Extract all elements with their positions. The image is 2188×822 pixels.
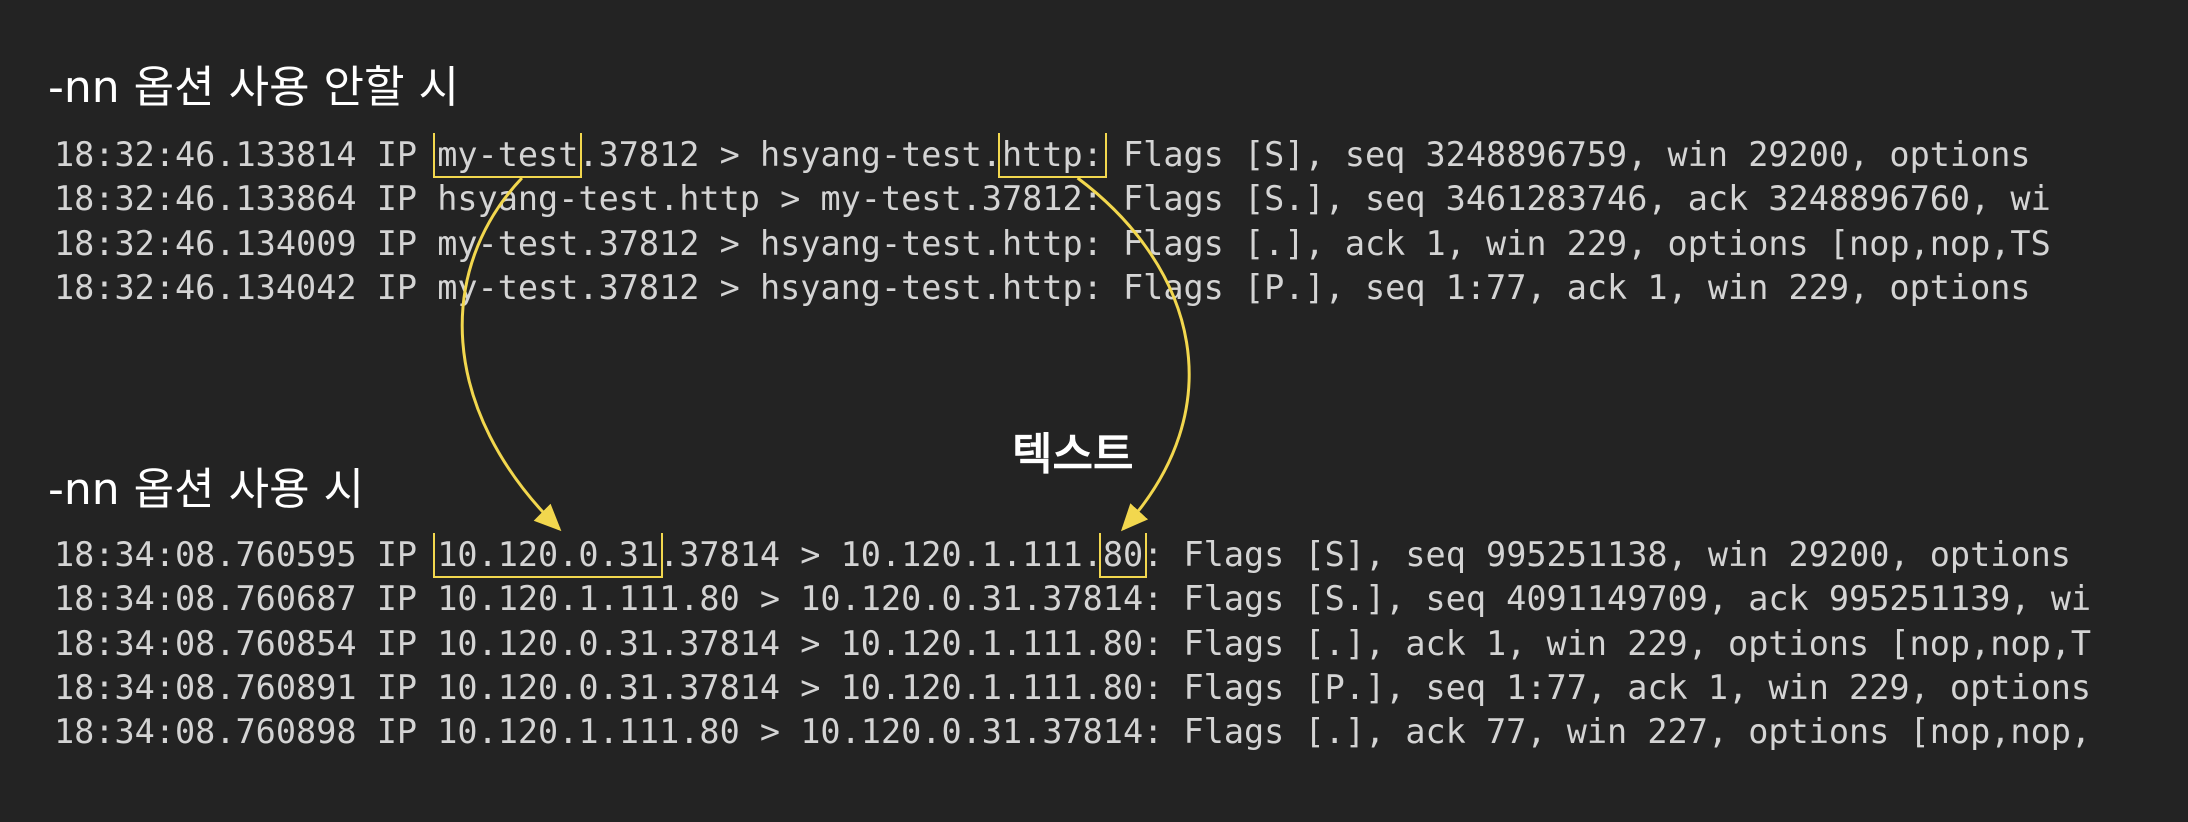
direction-arrow: > (800, 667, 821, 707)
log-line: 18:32:46.133814 IP my-test.37812 > hsyan… (54, 133, 2112, 178)
flags-info: Flags [S], seq 3248896759, win 29200, op… (1122, 135, 2031, 174)
dst-address: 10.120.0.31.37814: (800, 712, 1164, 752)
timestamp: 18:34:08.760891 (54, 667, 357, 707)
protocol: IP (376, 667, 418, 707)
log-line: 18:32:46.134042 IP my-test.37812 > hsyan… (54, 266, 2112, 310)
log-line: 18:34:08.760891 IP 10.120.0.31.37814 > 1… (54, 666, 2112, 710)
direction-arrow: > (719, 135, 740, 174)
direction-arrow: > (719, 267, 740, 307)
timestamp: 18:32:46.133814 (54, 135, 357, 174)
src-port: .37812 (578, 135, 700, 174)
log-line: 18:32:46.134009 IP my-test.37812 > hsyan… (54, 222, 2112, 266)
flags-info: Flags [.], ack 77, win 227, options [nop… (1183, 712, 2092, 752)
log-line: 18:32:46.133864 IP hsyang-test.http > my… (54, 177, 2112, 221)
src-address: hsyang-test.http (437, 179, 760, 219)
direction-arrow: > (800, 535, 821, 574)
log-line: 18:34:08.760854 IP 10.120.0.31.37814 > 1… (54, 622, 2112, 666)
protocol: IP (376, 623, 418, 663)
highlighted-dst-service-name: http: (997, 133, 1107, 178)
src-port: .37814 (659, 535, 781, 574)
dst-address: hsyang-test.http: (759, 223, 1103, 263)
protocol: IP (376, 135, 418, 174)
highlighted-dst-port-number: 80 (1098, 533, 1148, 578)
flags-info: Flags [S], seq 995251138, win 29200, opt… (1183, 535, 2071, 574)
direction-arrow: > (780, 179, 801, 219)
protocol: IP (376, 223, 418, 263)
timestamp: 18:34:08.760898 (54, 712, 357, 752)
protocol: IP (376, 535, 418, 574)
heading-without-nn: -nn 옵션 사용 안할 시 (48, 62, 459, 113)
colon: : (1143, 535, 1164, 574)
annotation-label: 텍스트 (1012, 429, 1134, 480)
heading-with-nn: -nn 옵션 사용 시 (48, 464, 365, 515)
direction-arrow: > (759, 712, 781, 752)
log-line: 18:34:08.760898 IP 10.120.1.111.80 > 10.… (54, 710, 2112, 754)
highlighted-src-hostname: my-test (433, 133, 583, 178)
timestamp: 18:34:08.760687 (54, 579, 357, 619)
timestamp: 18:34:08.760595 (54, 535, 357, 574)
log-line: 18:34:08.760687 IP 10.120.1.111.80 > 10.… (54, 577, 2112, 621)
highlighted-src-ip: 10.120.0.31 (433, 533, 664, 578)
direction-arrow: > (800, 623, 821, 663)
direction-arrow: > (719, 223, 740, 263)
protocol: IP (376, 267, 418, 307)
log-line: 18:34:08.760595 IP 10.120.0.31.37814 > 1… (54, 533, 2112, 578)
src-address: 10.120.1.111.80 (437, 579, 740, 619)
dst-hostname: hsyang-test. (759, 135, 1002, 174)
protocol: IP (376, 579, 418, 619)
protocol: IP (376, 712, 418, 752)
timestamp: 18:34:08.760854 (54, 623, 357, 663)
timestamp: 18:32:46.133864 (54, 179, 357, 219)
src-address: my-test.37812 (437, 267, 700, 307)
flags-info: Flags [.], ack 1, win 229, options [nop,… (1122, 223, 2051, 263)
flags-info: Flags [S.], seq 4091149709, ack 99525113… (1183, 579, 2092, 619)
timestamp: 18:32:46.134009 (54, 223, 357, 263)
protocol: IP (376, 179, 418, 219)
timestamp: 18:32:46.134042 (54, 267, 357, 307)
dst-address: 10.120.1.111.80: (840, 623, 1164, 663)
src-address: 10.120.0.31.37814 (437, 623, 781, 663)
flags-info: Flags [P.], seq 1:77, ack 1, win 229, op… (1183, 667, 2092, 707)
dst-address: 10.120.1.111.80: (840, 667, 1164, 707)
src-address: 10.120.1.111.80 (437, 712, 740, 752)
src-address: my-test.37812 (437, 223, 700, 263)
flags-info: Flags [.], ack 1, win 229, options [nop,… (1183, 623, 2092, 663)
flags-info: Flags [S.], seq 3461283746, ack 32488967… (1122, 179, 2051, 219)
dst-address: hsyang-test.http: (759, 267, 1103, 307)
tcpdump-output-without-nn: 18:32:46.133814 IP my-test.37812 > hsyan… (54, 133, 2112, 310)
tcpdump-output-with-nn: 18:34:08.760595 IP 10.120.0.31.37814 > 1… (54, 533, 2112, 754)
dst-ip: 10.120.1.111. (840, 535, 1103, 574)
dst-address: my-test.37812: (820, 179, 1103, 219)
dst-address: 10.120.0.31.37814: (800, 579, 1164, 619)
src-address: 10.120.0.31.37814 (437, 667, 781, 707)
flags-info: Flags [P.], seq 1:77, ack 1, win 229, op… (1122, 267, 2031, 307)
direction-arrow: > (759, 579, 781, 619)
